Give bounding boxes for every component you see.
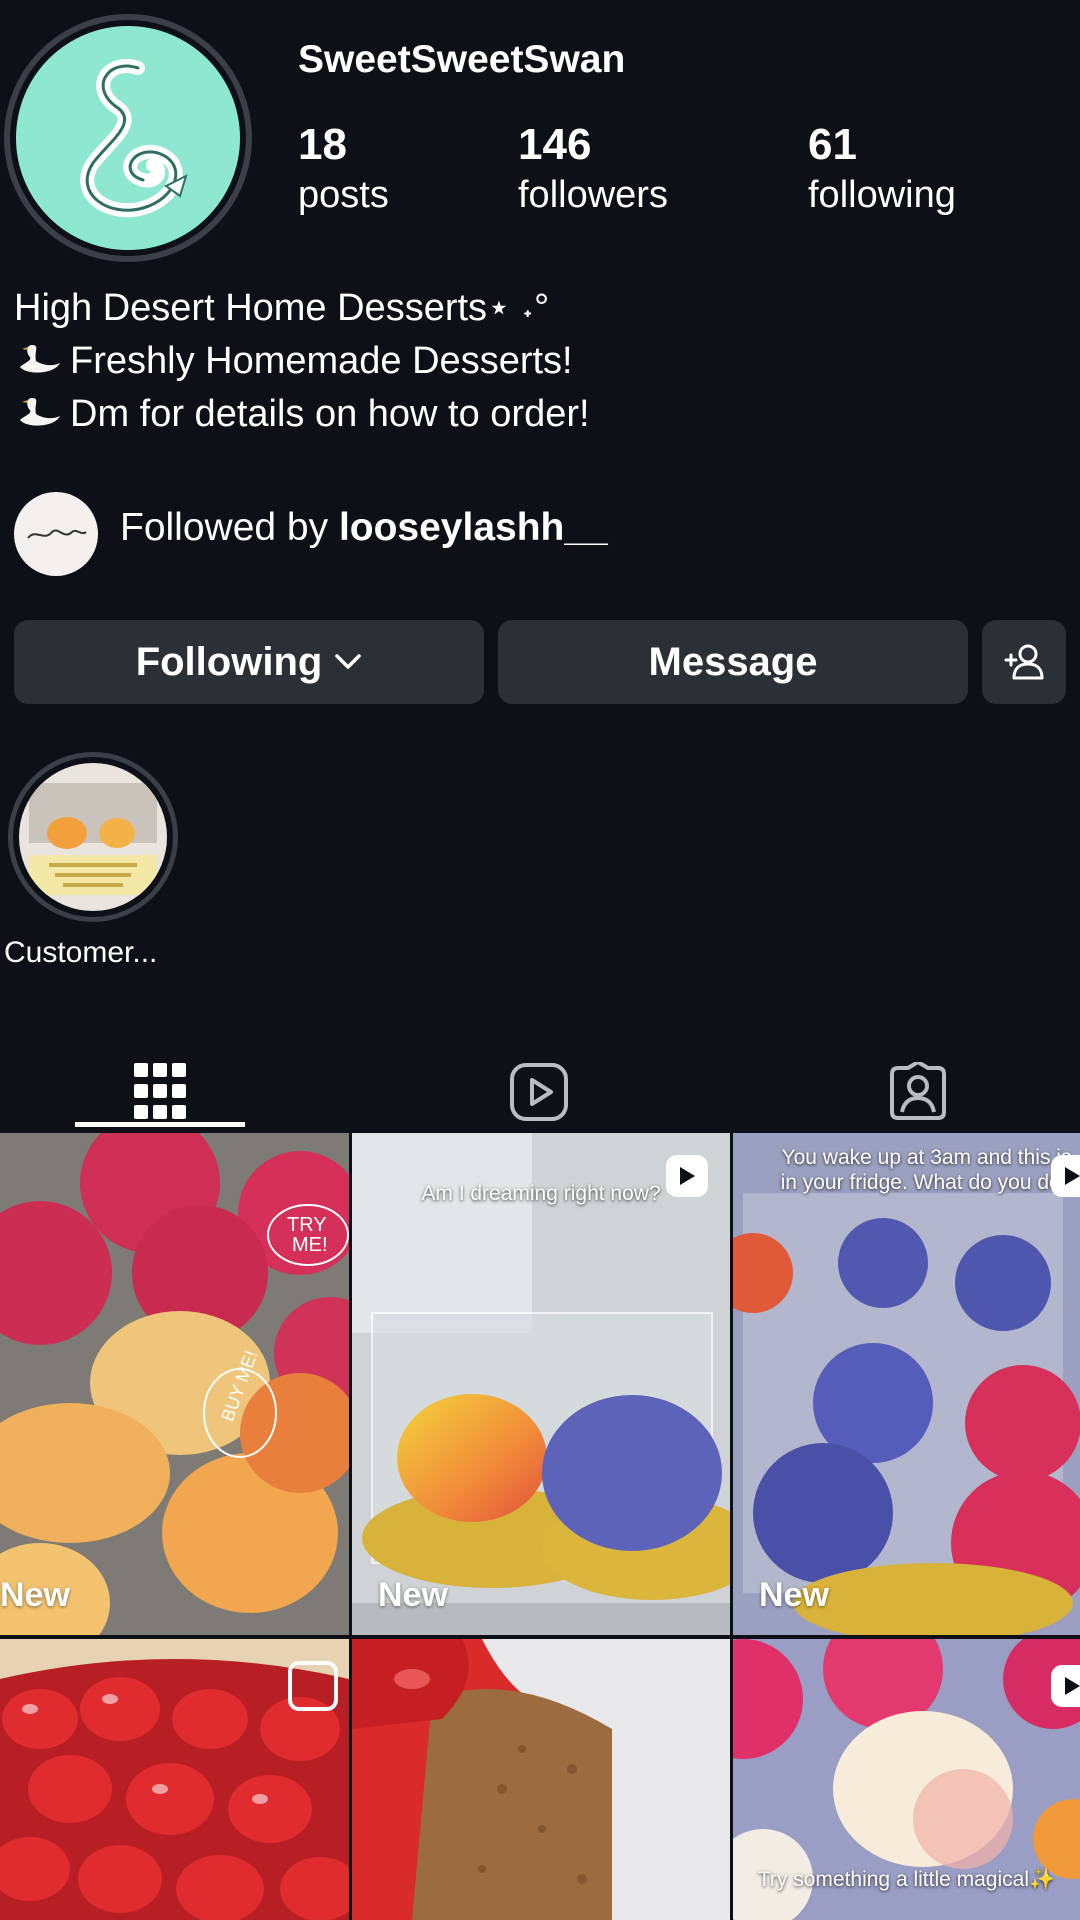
post-caption: You wake up at 3am and this is in your f…: [780, 1146, 1073, 1194]
bio-line-2-text: Freshly Homemade Desserts!: [70, 340, 573, 382]
followers-count: 146: [518, 120, 592, 169]
post-caption: Try something a little magical✨: [757, 1868, 1056, 1891]
reel-badge: [1051, 1665, 1080, 1707]
carousel-badge: [288, 1661, 338, 1711]
post-thumbnail[interactable]: [0, 1639, 349, 1920]
posts-label: posts: [298, 174, 389, 216]
new-label: New: [0, 1576, 70, 1614]
message-button[interactable]: Message: [498, 620, 968, 704]
posts-stat[interactable]: 18 posts: [298, 118, 389, 218]
bio-line-2: Freshly Homemade Desserts!: [14, 335, 590, 388]
post-image: [733, 1133, 1080, 1635]
highlight-thumbnail: [19, 763, 167, 911]
followed-by-user[interactable]: looseylashh__: [339, 506, 608, 549]
reel-badge: [1051, 1155, 1080, 1197]
following-count: 61: [808, 120, 857, 169]
message-button-label: Message: [648, 639, 818, 684]
play-icon: [680, 1167, 695, 1185]
swan-icon: [20, 398, 60, 426]
post-thumbnail[interactable]: [352, 1639, 730, 1920]
highlight-customer[interactable]: [8, 752, 178, 922]
post-thumbnail[interactable]: Am I dreaming right now? New: [352, 1133, 730, 1635]
svg-text:TRY: TRY: [287, 1214, 327, 1236]
svg-text:ME!: ME!: [292, 1234, 328, 1256]
post-thumbnail[interactable]: You wake up at 3am and this is in your f…: [733, 1133, 1080, 1635]
grid-icon: [134, 1063, 186, 1119]
tab-tagged[interactable]: [858, 1040, 978, 1144]
mutual-logo-icon: [27, 529, 87, 539]
bio-line-1: High Desert Home Desserts⋆ ˖°: [14, 287, 550, 329]
profile-bio: High Desert Home Desserts⋆ ˖° Freshly Ho…: [14, 282, 590, 441]
reel-badge: [666, 1155, 708, 1197]
followers-label: followers: [518, 174, 668, 216]
profile-avatar[interactable]: [4, 14, 252, 262]
post-thumbnail[interactable]: Try something a little magical✨: [733, 1639, 1080, 1920]
new-label: New: [759, 1576, 829, 1614]
followed-by-prefix: Followed by: [120, 506, 339, 549]
swan-icon: [20, 345, 60, 373]
following-stat[interactable]: 61 following: [808, 118, 956, 218]
following-button[interactable]: Following: [14, 620, 484, 704]
tab-reels[interactable]: [479, 1040, 599, 1144]
tagged-icon: [890, 1062, 946, 1120]
post-image: [352, 1133, 730, 1635]
followed-by-text[interactable]: Followed by looseylashh__: [120, 506, 608, 550]
play-icon: [1065, 1677, 1080, 1695]
following-button-label: Following: [135, 639, 323, 684]
highlight-label: Customer...: [4, 936, 158, 969]
swan-logo: [16, 26, 240, 250]
tab-posts-grid[interactable]: [100, 1040, 220, 1144]
new-label: New: [378, 1576, 448, 1614]
post-image: [352, 1639, 730, 1920]
followers-stat[interactable]: 146 followers: [518, 118, 668, 218]
bio-line-3: Dm for details on how to order!: [14, 388, 590, 441]
reels-icon: [510, 1063, 568, 1121]
posts-count: 18: [298, 120, 347, 169]
post-thumbnail[interactable]: TRY ME! BUY ME! New: [0, 1133, 349, 1635]
mutual-follower-avatar[interactable]: [14, 492, 98, 576]
active-tab-indicator: [75, 1122, 245, 1127]
profile-username: SweetSweetSwan: [298, 38, 626, 81]
add-person-icon: [1004, 644, 1044, 680]
post-image: TRY ME! BUY ME!: [0, 1133, 349, 1635]
chevron-down-icon: [335, 654, 362, 669]
bio-line-3-text: Dm for details on how to order!: [70, 393, 590, 435]
play-icon: [1065, 1167, 1080, 1185]
suggested-users-button[interactable]: [982, 620, 1066, 704]
following-label: following: [808, 174, 956, 216]
